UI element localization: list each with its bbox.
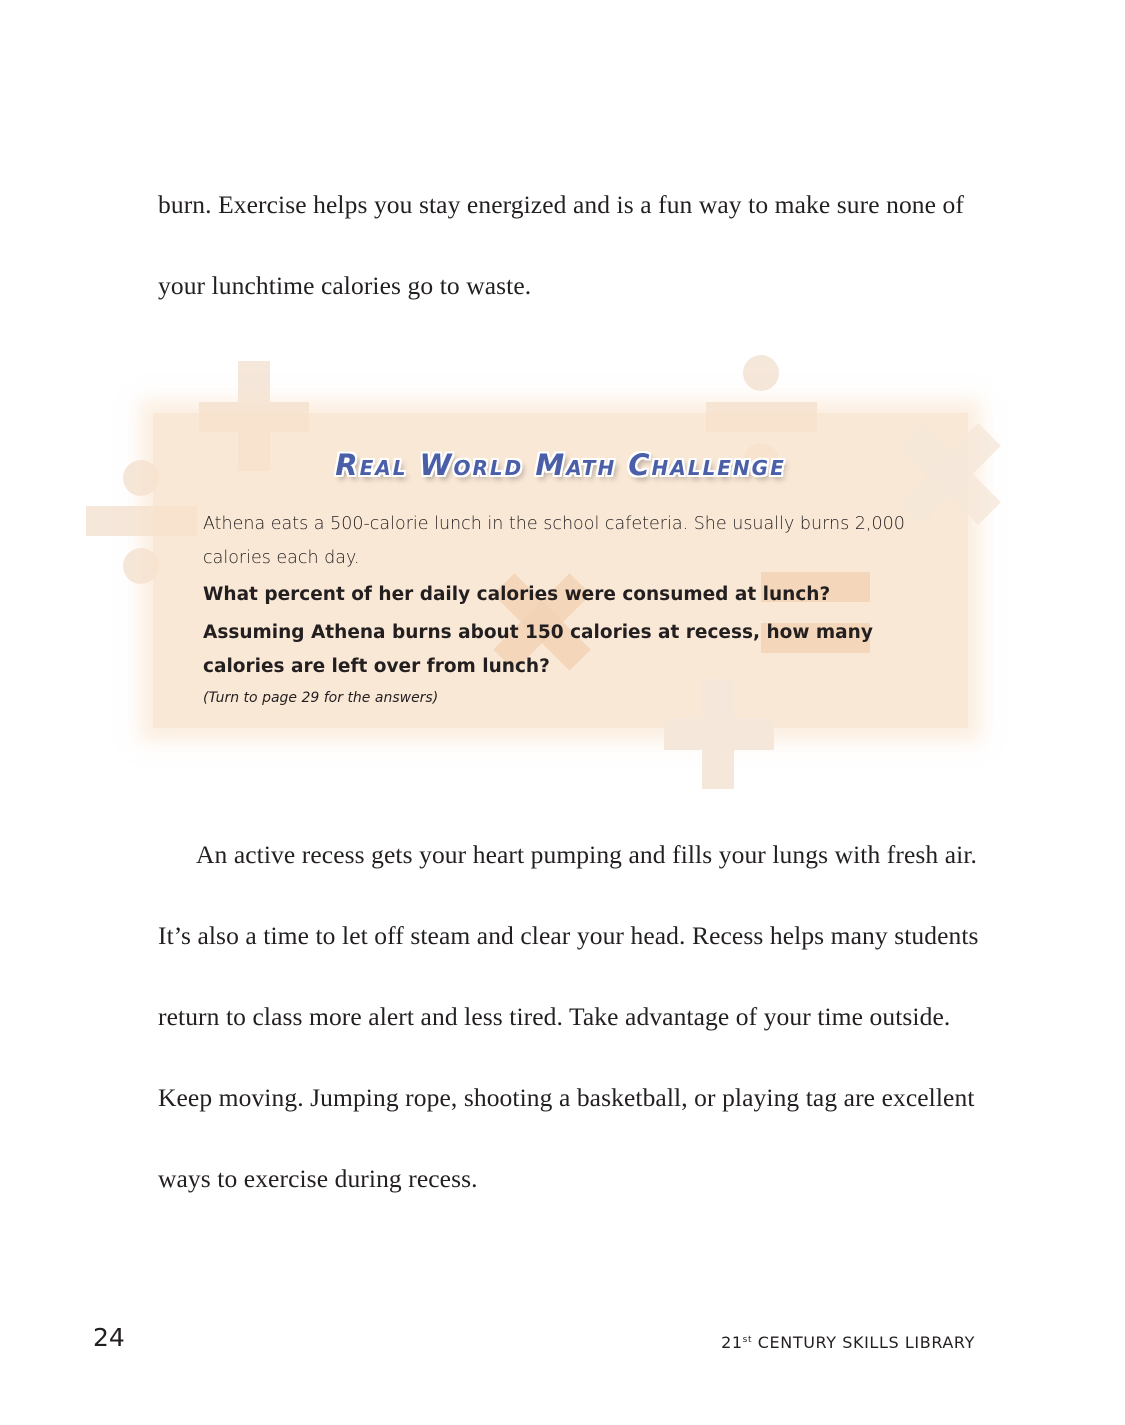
- challenge-question-2: Assuming Athena burns about 150 calories…: [203, 622, 873, 677]
- challenge-title: Real World Math Challenge: [335, 448, 786, 482]
- series-suffix: CENTURY SKILLS LIBRARY: [752, 1333, 975, 1352]
- series-prefix: 21: [721, 1333, 743, 1352]
- challenge-intro: Athena eats a 500-calorie lunch in the s…: [203, 514, 905, 568]
- series-name: 21st CENTURY SKILLS LIBRARY: [721, 1333, 975, 1352]
- challenge-question-1: What percent of her daily calories were …: [203, 584, 831, 605]
- body-paragraph-top: burn. Exercise helps you stay energized …: [158, 190, 964, 300]
- body-paragraph-bottom: An active recess gets your heart pumping…: [158, 814, 988, 1219]
- series-ordinal: st: [742, 1335, 753, 1345]
- challenge-body: Athena eats a 500-calorie lunch in the s…: [203, 507, 933, 708]
- page-number: 24: [93, 1323, 125, 1352]
- challenge-answer-note: (Turn to page 29 for the answers): [203, 690, 439, 706]
- body-paragraph-bottom-text: An active recess gets your heart pumping…: [158, 840, 979, 1193]
